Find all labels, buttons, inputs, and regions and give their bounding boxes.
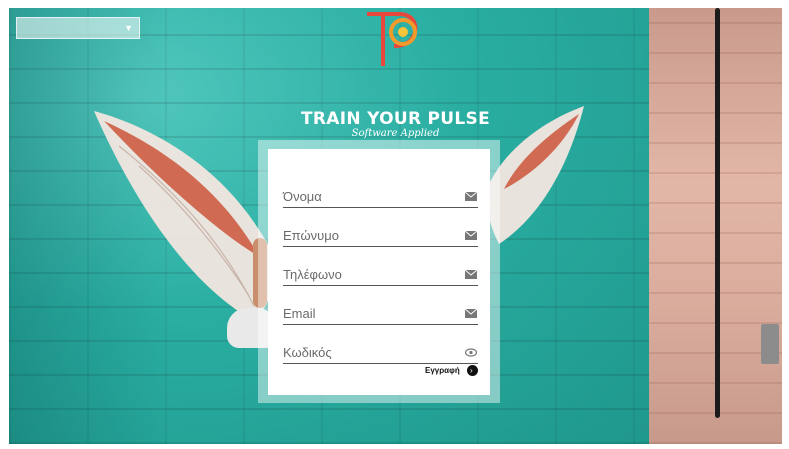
- chevron-down-icon: ▼: [124, 23, 133, 33]
- brand-title: TRAIN YOUR PULSE: [300, 109, 491, 129]
- wall-cable: [715, 8, 720, 418]
- envelope-icon: [465, 192, 477, 201]
- language-select[interactable]: ▼: [16, 17, 140, 39]
- password-placeholder: Κωδικός: [283, 345, 332, 360]
- register-button[interactable]: ›: [467, 365, 478, 376]
- phone-field[interactable]: Τηλέφωνο: [283, 261, 478, 286]
- register-label[interactable]: Εγγραφή: [425, 366, 460, 375]
- first-name-field[interactable]: Όνομα: [283, 183, 478, 208]
- email-placeholder: Email: [283, 306, 316, 321]
- email-field[interactable]: Email: [283, 300, 478, 325]
- password-field[interactable]: Κωδικός: [283, 339, 478, 364]
- envelope-icon: [465, 309, 477, 318]
- last-name-placeholder: Επώνυμο: [283, 228, 339, 243]
- first-name-placeholder: Όνομα: [283, 189, 322, 204]
- envelope-icon: [465, 231, 477, 240]
- phone-placeholder: Τηλέφωνο: [283, 267, 342, 282]
- wall-pipe: [761, 324, 779, 364]
- chevron-right-icon: ›: [470, 366, 473, 375]
- envelope-icon: [465, 270, 477, 279]
- train-your-pulse-logo: [367, 12, 418, 66]
- last-name-field[interactable]: Επώνυμο: [283, 222, 478, 247]
- brand-subtitle: Software Applied: [351, 128, 440, 139]
- eye-icon[interactable]: [465, 348, 477, 357]
